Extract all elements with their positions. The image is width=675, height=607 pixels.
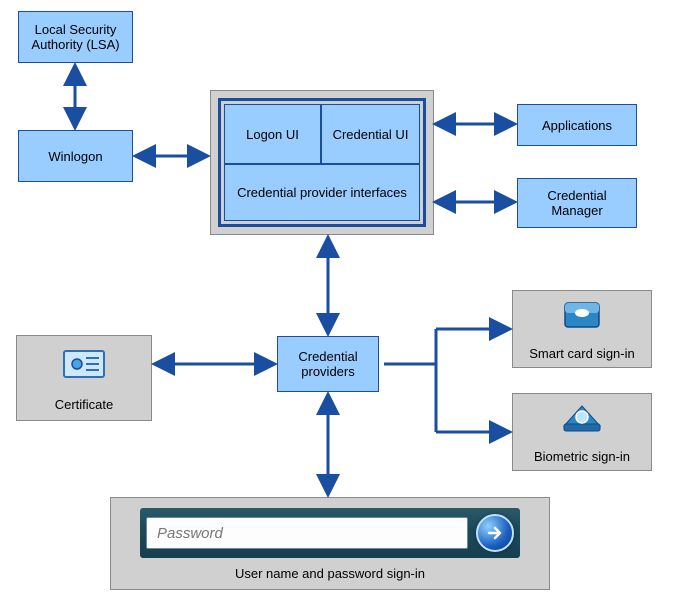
node-credential-ui: Credential UI bbox=[321, 104, 420, 164]
smart-card-icon bbox=[513, 291, 651, 336]
panel-biometric: Biometric sign-in bbox=[512, 393, 652, 471]
node-credential-providers: Credential providers bbox=[277, 336, 379, 392]
panel-smart-card: Smart card sign-in bbox=[512, 290, 652, 368]
node-lsa: Local Security Authority (LSA) bbox=[18, 11, 133, 63]
node-winlogon-label: Winlogon bbox=[48, 149, 102, 164]
node-credential-providers-label: Credential providers bbox=[282, 349, 374, 379]
biometric-icon bbox=[513, 394, 651, 439]
password-placeholder: Password bbox=[157, 525, 223, 542]
node-applications-label: Applications bbox=[542, 118, 612, 133]
node-applications: Applications bbox=[517, 104, 637, 146]
username-password-label: User name and password sign-in bbox=[111, 566, 549, 581]
node-lsa-label: Local Security Authority (LSA) bbox=[23, 22, 128, 52]
node-credential-manager-label: Credential Manager bbox=[522, 188, 632, 218]
smart-card-label: Smart card sign-in bbox=[513, 346, 651, 361]
credential-architecture-diagram: Local Security Authority (LSA) Winlogon … bbox=[0, 0, 675, 607]
certificate-icon bbox=[17, 336, 151, 385]
panel-certificate: Certificate bbox=[16, 335, 152, 421]
submit-button[interactable] bbox=[476, 514, 514, 552]
biometric-label: Biometric sign-in bbox=[513, 449, 651, 464]
password-field-mock: Password bbox=[140, 508, 520, 558]
password-input[interactable]: Password bbox=[146, 517, 468, 549]
node-winlogon: Winlogon bbox=[18, 130, 133, 182]
node-logon-ui-label: Logon UI bbox=[246, 127, 299, 142]
node-logon-ui: Logon UI bbox=[224, 104, 321, 164]
node-cred-prov-if-label: Credential provider interfaces bbox=[237, 185, 407, 200]
node-credential-ui-label: Credential UI bbox=[333, 127, 409, 142]
node-credential-provider-interfaces: Credential provider interfaces bbox=[224, 164, 420, 221]
arrow-right-icon bbox=[486, 524, 504, 542]
certificate-label: Certificate bbox=[17, 397, 151, 412]
node-credential-manager: Credential Manager bbox=[517, 178, 637, 228]
